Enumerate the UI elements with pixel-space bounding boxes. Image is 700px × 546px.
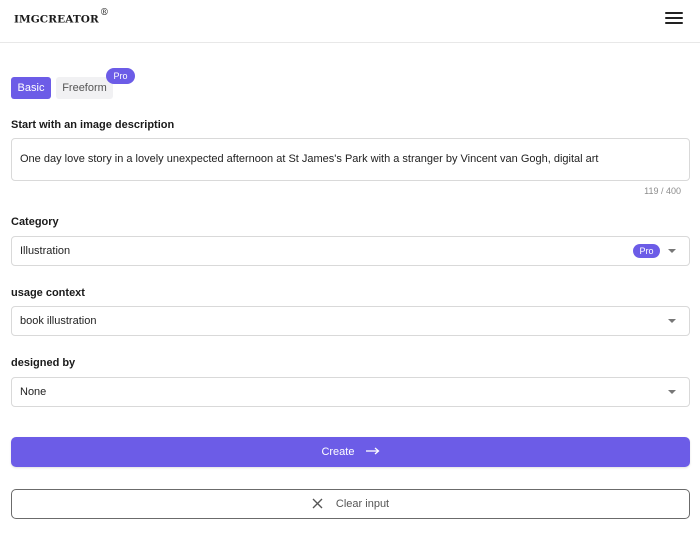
clear-input-button[interactable]: Clear input bbox=[11, 489, 690, 519]
hamburger-icon[interactable] bbox=[665, 12, 683, 26]
clear-input-label: Clear input bbox=[335, 498, 390, 510]
char-counter: 119 / 400 bbox=[644, 186, 681, 196]
create-button[interactable]: Create bbox=[11, 437, 690, 467]
logo-text: IMGCREATOR bbox=[14, 13, 99, 26]
category-value: Illustration bbox=[20, 245, 71, 257]
designed-by-label: designed by bbox=[11, 357, 76, 369]
designed-by-value: None bbox=[20, 386, 47, 398]
category-select[interactable]: Illustration Pro bbox=[11, 236, 690, 266]
tab-basic[interactable]: Basic bbox=[11, 77, 51, 99]
tab-freeform[interactable]: Freeform bbox=[56, 77, 113, 99]
chevron-down-icon bbox=[668, 390, 676, 394]
arrow-right-icon bbox=[365, 447, 380, 455]
category-pro-badge: Pro bbox=[633, 244, 660, 258]
logo[interactable]: IMGCREATOR® bbox=[14, 8, 109, 26]
chevron-down-icon bbox=[668, 319, 676, 323]
category-label: Category bbox=[11, 216, 59, 228]
description-label: Start with an image description bbox=[11, 119, 175, 131]
usage-context-select[interactable]: book illustration bbox=[11, 306, 690, 336]
chevron-down-icon bbox=[668, 249, 676, 253]
close-icon bbox=[312, 498, 323, 509]
create-label: Create bbox=[321, 446, 355, 458]
top-bar: IMGCREATOR® bbox=[0, 0, 700, 43]
usage-context-value: book illustration bbox=[20, 315, 97, 327]
usage-context-label: usage context bbox=[11, 287, 85, 299]
registered-mark: ® bbox=[99, 8, 109, 18]
designed-by-select[interactable]: None bbox=[11, 377, 690, 407]
description-input[interactable]: One day love story in a lovely unexpecte… bbox=[11, 138, 690, 181]
pro-badge: Pro bbox=[106, 68, 135, 84]
